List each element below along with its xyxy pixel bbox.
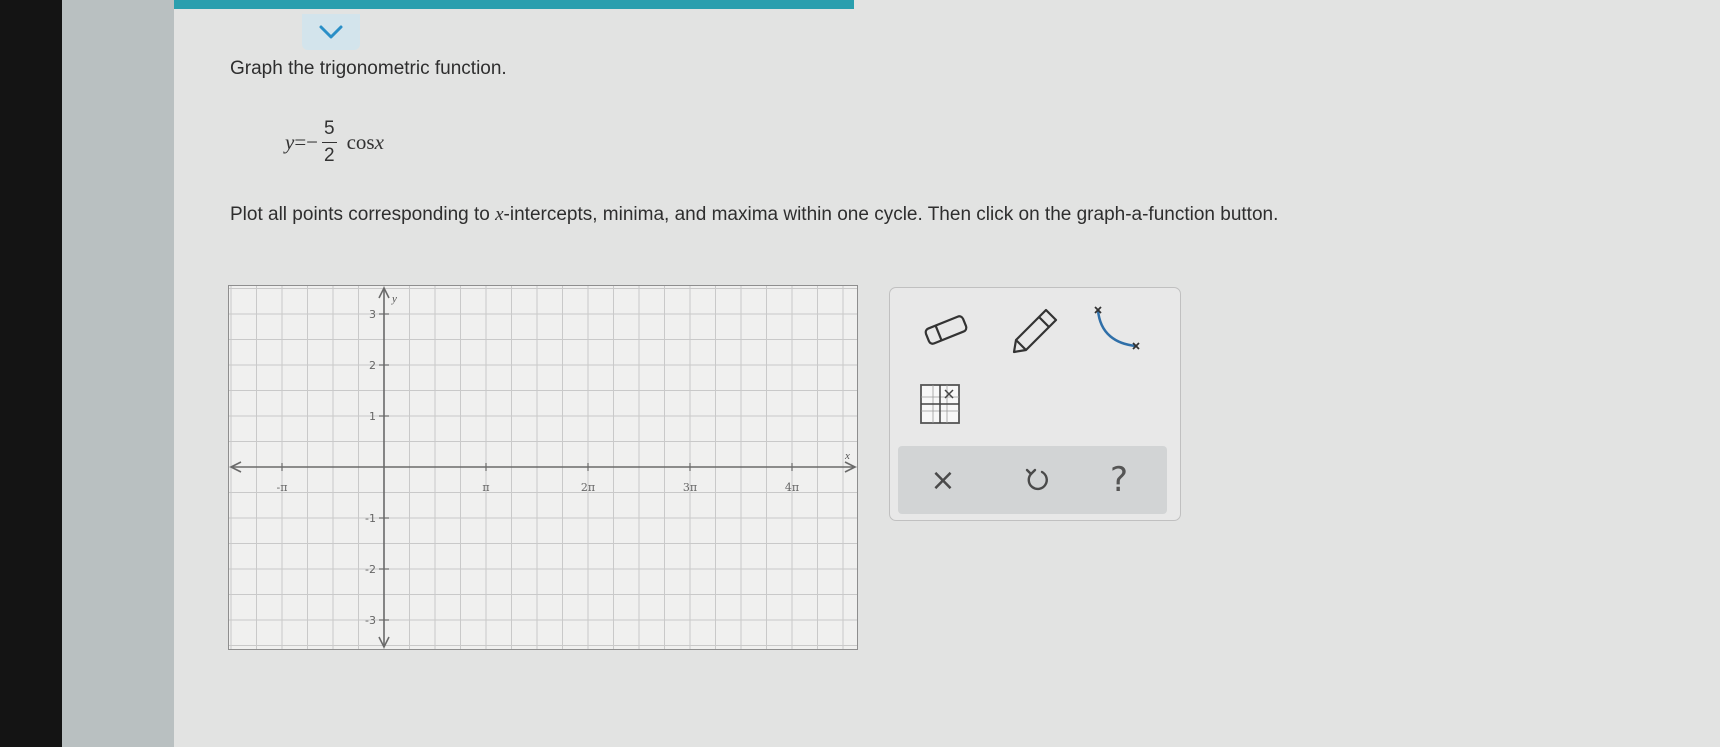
left-margin [62, 0, 174, 747]
top-accent-bar [174, 0, 854, 9]
plot-instruction-after: -intercepts, minima, and maxima within o… [503, 204, 1279, 225]
x-tick-label: 2π [581, 481, 595, 494]
x-tick-label: -π [277, 481, 288, 494]
undo-icon [1025, 468, 1048, 491]
equation-lhs: y [285, 129, 295, 154]
clear-button[interactable]: × [918, 456, 968, 504]
equation-argument: x [374, 129, 384, 154]
y-tick-label: 3 [369, 308, 376, 321]
x-axis-label: x [844, 450, 850, 462]
y-tick-label: -3 [365, 614, 376, 627]
equation-sign: − [306, 129, 319, 154]
collapse-toggle-button[interactable] [302, 14, 360, 50]
y-tick-label: -2 [365, 563, 376, 576]
equation-fraction: 5 2 [322, 118, 337, 167]
x-tick-label: 3π [683, 481, 697, 494]
y-tick-label: -1 [365, 512, 376, 525]
y-tick-label: 2 [369, 359, 376, 372]
equation-function: cos [346, 129, 375, 154]
plot-instruction-var: x [495, 204, 504, 225]
equation-equals: = [294, 129, 307, 154]
action-bar: × ? [898, 446, 1167, 514]
graph-canvas[interactable]: x y -π π 2π 3π 4π 3 2 1 -1 -2 -3 [228, 285, 858, 650]
problem-instruction: Graph the trigonometric function. [230, 58, 507, 79]
help-button[interactable]: ? [1094, 456, 1144, 504]
plot-instruction-before: Plot all points corresponding to [230, 204, 496, 225]
screen-bezel [0, 0, 62, 747]
eraser-icon [924, 315, 968, 345]
curve-icon [1094, 306, 1140, 350]
pencil-tool-button[interactable] [1008, 306, 1060, 354]
chevron-down-icon [319, 25, 343, 39]
coordinate-grid[interactable]: x y -π π 2π 3π 4π 3 2 1 -1 -2 -3 [229, 286, 857, 649]
y-tick-label: 1 [369, 410, 376, 423]
undo-button[interactable] [1012, 456, 1062, 504]
graph-toolbox: × ? [889, 287, 1181, 521]
fraction-denominator: 2 [324, 144, 335, 166]
curve-tool-button[interactable] [1090, 304, 1148, 356]
graph-function-icon [920, 384, 960, 424]
graph-a-function-button[interactable] [918, 382, 962, 426]
plot-instruction: Plot all points corresponding to x-inter… [230, 204, 1278, 226]
fraction-numerator: 5 [322, 118, 337, 143]
pencil-icon [1012, 308, 1058, 354]
x-tick-label: 4π [785, 481, 799, 494]
x-tick-label: π [482, 481, 489, 494]
equation: y = − 5 2 cos x [285, 112, 384, 172]
eraser-tool-button[interactable] [920, 310, 972, 350]
y-axis-label: y [391, 293, 397, 305]
